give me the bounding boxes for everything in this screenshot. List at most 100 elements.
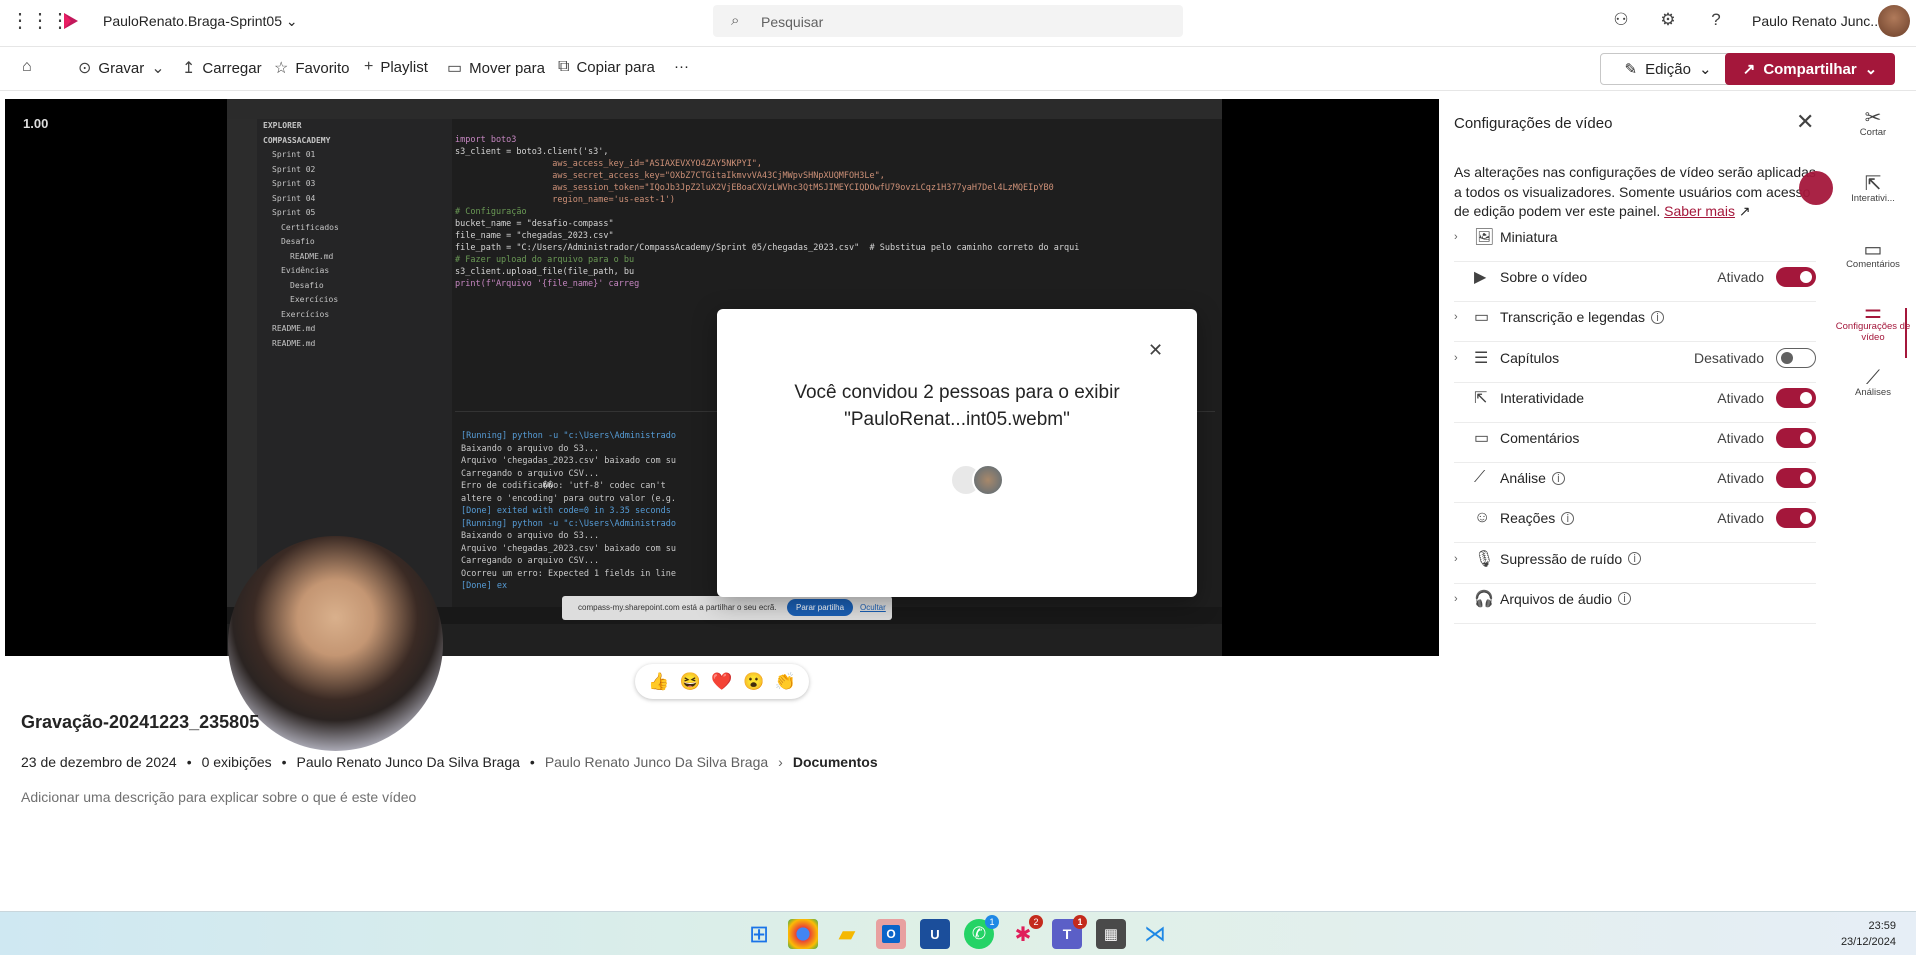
avatar <box>972 464 1004 496</box>
toggle-switch[interactable] <box>1776 468 1816 489</box>
slack-icon[interactable]: ✱ 2 <box>1008 915 1043 949</box>
description-field[interactable]: Adicionar uma descrição para explicar so… <box>21 789 416 805</box>
toggle-switch[interactable] <box>1776 267 1816 288</box>
code-line: file_name = "chegadas_2023.csv" <box>455 231 614 241</box>
thumbs-up-icon[interactable]: 👍 <box>648 672 669 692</box>
record-button[interactable]: ⊙ Gravar ⌄ <box>78 58 165 78</box>
clock-date: 23/12/2024 <box>1840 936 1896 948</box>
cursor-highlight <box>1799 171 1833 205</box>
chevron-right-icon: › <box>1454 311 1458 324</box>
clap-icon[interactable]: 👏 <box>775 672 796 692</box>
cursor-click-icon: ⇱ <box>1864 173 1882 195</box>
headphones-icon: 🎧 <box>1474 590 1494 608</box>
share-people-icon[interactable]: ⚇ <box>1610 10 1632 30</box>
image-icon: 🖼 <box>1474 229 1495 246</box>
plus-icon: + <box>364 58 374 75</box>
close-icon[interactable]: ✕ <box>1796 109 1814 135</box>
upload-button[interactable]: ↥ Carregar <box>182 58 262 78</box>
move-to-button[interactable]: ▭ Mover para <box>447 58 545 78</box>
video-title[interactable]: Gravação-20241223_235805 <box>21 712 259 733</box>
rail-interactivity[interactable]: ⇱ Interativi... <box>1830 173 1916 204</box>
rail-settings-label: Configurações de vídeo <box>1835 321 1911 343</box>
toggle-switch[interactable] <box>1776 508 1816 529</box>
favorite-button[interactable]: ☆ Favorito <box>274 58 350 78</box>
screen-share-notification: compass-my.sharepoint.com está a partilh… <box>562 596 892 620</box>
invite-line-1: Você convidou 2 pessoas para o exibir <box>794 382 1120 403</box>
surprised-icon[interactable]: 😮 <box>743 672 764 692</box>
toggle-switch[interactable] <box>1776 347 1816 368</box>
playlist-label: Playlist <box>380 58 428 76</box>
chart-icon: ⟋ <box>1474 469 1486 487</box>
settings-row-status: Ativado <box>1717 269 1764 286</box>
search-placeholder: Pesquisar <box>761 14 824 30</box>
vscode-titlebar <box>227 99 1222 119</box>
chevron-right-icon: › <box>1454 351 1458 364</box>
code-line: s3_client.upload_file(file_path, bu <box>455 267 635 277</box>
video-author[interactable]: Paulo Renato Junco Da Silva Braga <box>297 754 520 770</box>
app-launcher-icon[interactable]: ⋮⋮⋮ <box>10 10 70 32</box>
explorer-item: Sprint 01 <box>272 150 316 159</box>
outlook-icon[interactable]: O <box>876 919 906 949</box>
settings-row-label: Comentários <box>1500 430 1580 446</box>
rail-analytics[interactable]: ⟋ Análises <box>1830 368 1916 398</box>
explorer-item: Sprint 02 <box>272 164 316 174</box>
command-toolbar: ⌂ ⊙ Gravar ⌄ ↥ Carregar ☆ Favorito + Playlist… <box>0 46 1916 91</box>
info-icon[interactable]: i <box>1551 471 1565 485</box>
system-clock[interactable]: 23:59 23/12/2024 <box>1841 918 1896 950</box>
search-box[interactable]: ⌕ Pesquisar <box>713 5 1183 37</box>
record-icon: ⊙ <box>78 60 92 77</box>
explorer-item: Exercícios <box>281 309 330 319</box>
info-icon[interactable]: i <box>1651 310 1665 324</box>
bitwarden-icon[interactable]: U <box>920 919 950 949</box>
info-icon[interactable]: i <box>1628 552 1642 566</box>
move-label: Mover para <box>469 59 545 77</box>
teams-icon[interactable]: T1 <box>1052 915 1087 949</box>
calculator-icon[interactable]: ▦ <box>1096 919 1126 949</box>
rail-analytics-label: Análises <box>1855 387 1891 398</box>
info-icon[interactable]: i <box>1561 511 1575 525</box>
chrome-icon[interactable] <box>788 919 818 949</box>
explorer-item: COMPASSACADEMY <box>263 135 331 145</box>
home-button[interactable]: ⌂ <box>22 58 32 76</box>
share-button[interactable]: ↗ Compartilhar ⌄ <box>1725 53 1895 85</box>
laugh-icon[interactable]: 😆 <box>680 672 701 692</box>
info-icon[interactable]: i <box>1618 592 1632 606</box>
settings-toggle-icon: ⚌ <box>1864 301 1882 323</box>
rail-cut[interactable]: ✂ Cortar <box>1830 108 1916 138</box>
toggle-switch[interactable] <box>1776 428 1816 448</box>
stream-logo-icon[interactable] <box>60 11 80 31</box>
vscode-icon[interactable]: ⋊ <box>1140 919 1170 949</box>
smiley-icon: ☺ <box>1474 509 1491 527</box>
clock-time: 23:59 <box>1868 920 1896 932</box>
list-icon: ☰ <box>1474 349 1489 367</box>
chevron-down-icon: ⌄ <box>285 13 298 29</box>
avatar[interactable] <box>1878 5 1910 37</box>
help-icon[interactable]: ? <box>1705 10 1727 30</box>
close-icon[interactable]: ✕ <box>1148 340 1163 361</box>
rail-video-settings[interactable]: ⚌ Configurações de vídeo <box>1830 301 1916 343</box>
edit-button[interactable]: ✎ Edição ⌄ <box>1600 53 1736 85</box>
windows-start-icon[interactable]: ⊞ <box>744 919 774 949</box>
rail-comments[interactable]: ▭ Comentários <box>1830 240 1916 270</box>
code-line: s3_client = boto3.client('s3', <box>455 147 609 157</box>
heart-icon[interactable]: ❤️ <box>711 672 732 692</box>
separator-dot: • <box>529 754 535 770</box>
whatsapp-icon[interactable]: ✆ 1 <box>964 915 999 949</box>
copy-to-button[interactable]: ⧉ Copiar para <box>558 58 655 76</box>
folder-icon[interactable]: ▰ <box>832 919 862 949</box>
chevron-down-icon: ⌄ <box>151 60 165 77</box>
toggle-switch[interactable] <box>1776 387 1816 408</box>
more-options-button[interactable]: ··· <box>674 58 689 75</box>
breadcrumb-folder[interactable]: Documentos <box>793 754 878 770</box>
code-line: # Configuração <box>455 207 527 217</box>
video-settings-panel: Configurações de vídeo ✕ As alterações n… <box>1442 99 1822 911</box>
settings-row[interactable]: › 🎧 Arquivos de áudio i <box>1454 575 1816 624</box>
top-bar: ⋮⋮⋮ PauloRenato.Braga-Sprint05 ⌄ ⌕ Pesqu… <box>0 0 1916 42</box>
share-icon: ↗ <box>1742 61 1756 78</box>
playlist-button[interactable]: + Playlist <box>364 58 428 76</box>
user-name[interactable]: Paulo Renato Junc... <box>1752 13 1882 29</box>
breadcrumb-owner[interactable]: Paulo Renato Junco Da Silva Braga <box>545 754 768 770</box>
settings-row-label: Miniatura <box>1500 229 1558 245</box>
gear-icon[interactable]: ⚙ <box>1657 10 1679 30</box>
document-title[interactable]: PauloRenato.Braga-Sprint05 ⌄ <box>103 13 298 30</box>
